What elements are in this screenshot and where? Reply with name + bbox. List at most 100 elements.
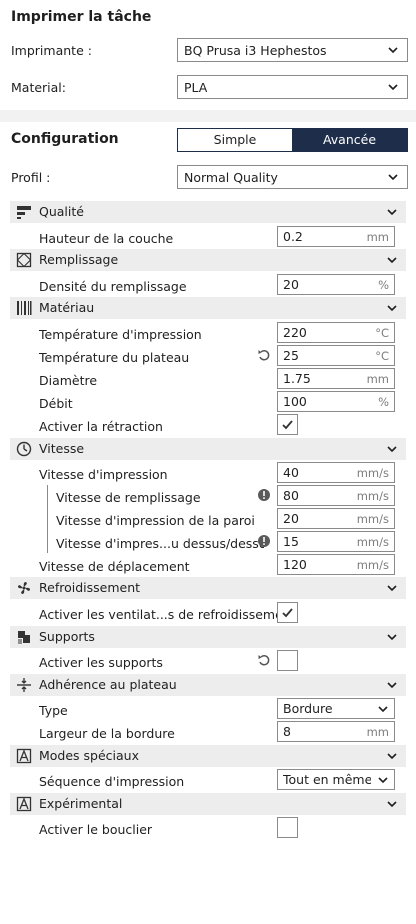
setting-print-sequence-select[interactable]: Tout en même... xyxy=(277,769,395,790)
special-modes-icon xyxy=(16,748,32,764)
setting-retraction-label: Activer la rétraction xyxy=(39,419,163,434)
category-adhesion-label: Adhérence au plateau xyxy=(39,677,177,692)
chevron-down-icon xyxy=(388,174,398,181)
warning-icon xyxy=(258,535,270,547)
category-adhesion[interactable]: Adhérence au plateau xyxy=(10,674,406,696)
print-job-title: Imprimer la tâche xyxy=(11,9,152,25)
material-select[interactable]: PLA xyxy=(177,75,408,99)
material-select-value: PLA xyxy=(184,80,208,95)
category-cooling-label: Refroidissement xyxy=(39,580,141,595)
setting-topbottom-speed-field[interactable]: 15 mm/s xyxy=(277,531,395,552)
setting-print-temp-field[interactable]: 220 °C xyxy=(277,322,395,343)
setting-infill-speed-label: Vitesse de remplissage xyxy=(56,490,201,505)
category-special-modes[interactable]: Modes spéciaux xyxy=(10,745,406,767)
material-label: Material: xyxy=(11,80,66,95)
setting-value: 20 xyxy=(283,511,299,526)
setting-travel-speed-label: Vitesse de déplacement xyxy=(39,559,190,574)
category-experimental-label: Expérimental xyxy=(39,796,123,811)
setting-adhesion-type-select[interactable]: Bordure xyxy=(277,698,395,719)
setting-wall-speed-label: Vitesse d'impression de la paroi xyxy=(56,513,255,528)
setting-unit: °C xyxy=(375,349,389,363)
chevron-down-icon xyxy=(387,682,397,689)
profile-label: Profil : xyxy=(11,170,51,185)
chevron-down-icon xyxy=(387,209,397,216)
checkmark-icon xyxy=(282,420,293,430)
setting-unit: mm/s xyxy=(356,512,389,526)
profile-select-value: Normal Quality xyxy=(184,170,278,185)
quality-icon xyxy=(17,206,31,219)
warning-icon xyxy=(258,489,270,501)
child-indent-line xyxy=(47,485,48,553)
category-material[interactable]: Matériau xyxy=(10,297,406,319)
speed-icon xyxy=(16,441,32,457)
setting-brim-width-field[interactable]: 8 mm xyxy=(277,721,395,742)
category-support-label: Supports xyxy=(39,629,95,644)
setting-flow-label: Débit xyxy=(39,396,73,411)
setting-fan-enable-label: Activer les ventilat...s de refroidissem… xyxy=(39,607,296,622)
setting-print-sequence-label: Séquence d'impression xyxy=(39,774,185,789)
setting-ooze-shield-checkbox[interactable] xyxy=(277,817,298,838)
setting-diameter-label: Diamètre xyxy=(39,373,98,388)
setting-value: 0.2 xyxy=(283,229,303,244)
setting-unit: % xyxy=(378,395,389,409)
setting-value: 8 xyxy=(283,724,291,739)
setting-topbottom-speed-label: Vitesse d'impres...u dessus/dessous xyxy=(56,536,264,551)
setting-layer-height-field[interactable]: 0.2 mm xyxy=(277,226,395,247)
experimental-icon xyxy=(16,796,32,812)
category-cooling[interactable]: Refroidissement xyxy=(10,577,406,599)
fan-icon xyxy=(17,581,31,595)
setting-diameter-field[interactable]: 1.75 mm xyxy=(277,368,395,389)
mode-toggle: Simple Avancée xyxy=(177,128,408,152)
chevron-down-icon xyxy=(387,257,397,264)
reset-icon[interactable] xyxy=(257,348,271,362)
category-experimental[interactable]: Expérimental xyxy=(10,793,406,815)
setting-bed-temp-field[interactable]: 25 °C xyxy=(277,345,395,366)
chevron-down-icon xyxy=(387,634,397,641)
setting-support-enable-checkbox[interactable] xyxy=(277,650,298,671)
setting-unit: mm/s xyxy=(356,466,389,480)
category-support[interactable]: Supports xyxy=(10,626,406,648)
setting-layer-height-label: Hauteur de la couche xyxy=(39,231,174,246)
category-quality[interactable]: Qualité xyxy=(10,201,406,223)
category-material-label: Matériau xyxy=(39,300,95,315)
setting-flow-field[interactable]: 100 % xyxy=(277,391,395,412)
setting-print-temp-label: Température d'impression xyxy=(39,327,202,342)
chevron-down-icon xyxy=(378,777,388,784)
category-infill[interactable]: Remplissage xyxy=(10,249,406,271)
setting-value: 15 xyxy=(283,534,299,549)
setting-bed-temp-label: Température du plateau xyxy=(39,350,190,365)
setting-retraction-checkbox[interactable] xyxy=(277,414,298,435)
setting-fan-enable-checkbox[interactable] xyxy=(277,602,298,623)
category-special-modes-label: Modes spéciaux xyxy=(39,748,140,763)
chevron-down-icon xyxy=(387,753,397,760)
setting-value: 25 xyxy=(283,348,299,363)
setting-travel-speed-field[interactable]: 120 mm/s xyxy=(277,554,395,575)
setting-ooze-shield-label: Activer le bouclier xyxy=(39,822,153,837)
setting-unit: mm/s xyxy=(356,489,389,503)
category-speed[interactable]: Vitesse xyxy=(10,438,406,460)
support-icon xyxy=(18,631,30,644)
setting-infill-speed-field[interactable]: 80 mm/s xyxy=(277,485,395,506)
setting-brim-width-label: Largeur de la bordure xyxy=(39,726,175,741)
setting-infill-density-field[interactable]: 20 % xyxy=(277,274,395,295)
printer-select[interactable]: BQ Prusa i3 Hephestos xyxy=(177,38,408,62)
category-speed-label: Vitesse xyxy=(39,441,85,456)
reset-icon[interactable] xyxy=(257,653,271,667)
category-infill-label: Remplissage xyxy=(39,252,119,267)
setting-value: 120 xyxy=(283,557,307,572)
mode-simple-button[interactable]: Simple xyxy=(178,129,292,151)
setting-wall-speed-field[interactable]: 20 mm/s xyxy=(277,508,395,529)
profile-select[interactable]: Normal Quality xyxy=(177,165,408,189)
setting-unit: mm xyxy=(366,725,389,739)
setting-value: Tout en même... xyxy=(283,772,371,787)
setting-unit: °C xyxy=(375,326,389,340)
printer-label: Imprimante : xyxy=(11,43,92,58)
chevron-down-icon xyxy=(387,305,397,312)
checkmark-icon xyxy=(282,608,293,618)
setting-print-speed-field[interactable]: 40 mm/s xyxy=(277,462,395,483)
setting-unit: mm/s xyxy=(356,558,389,572)
setting-value: 100 xyxy=(283,394,307,409)
setting-unit: % xyxy=(378,278,389,292)
setting-value: 20 xyxy=(283,277,299,292)
mode-advanced-button[interactable]: Avancée xyxy=(292,129,407,151)
